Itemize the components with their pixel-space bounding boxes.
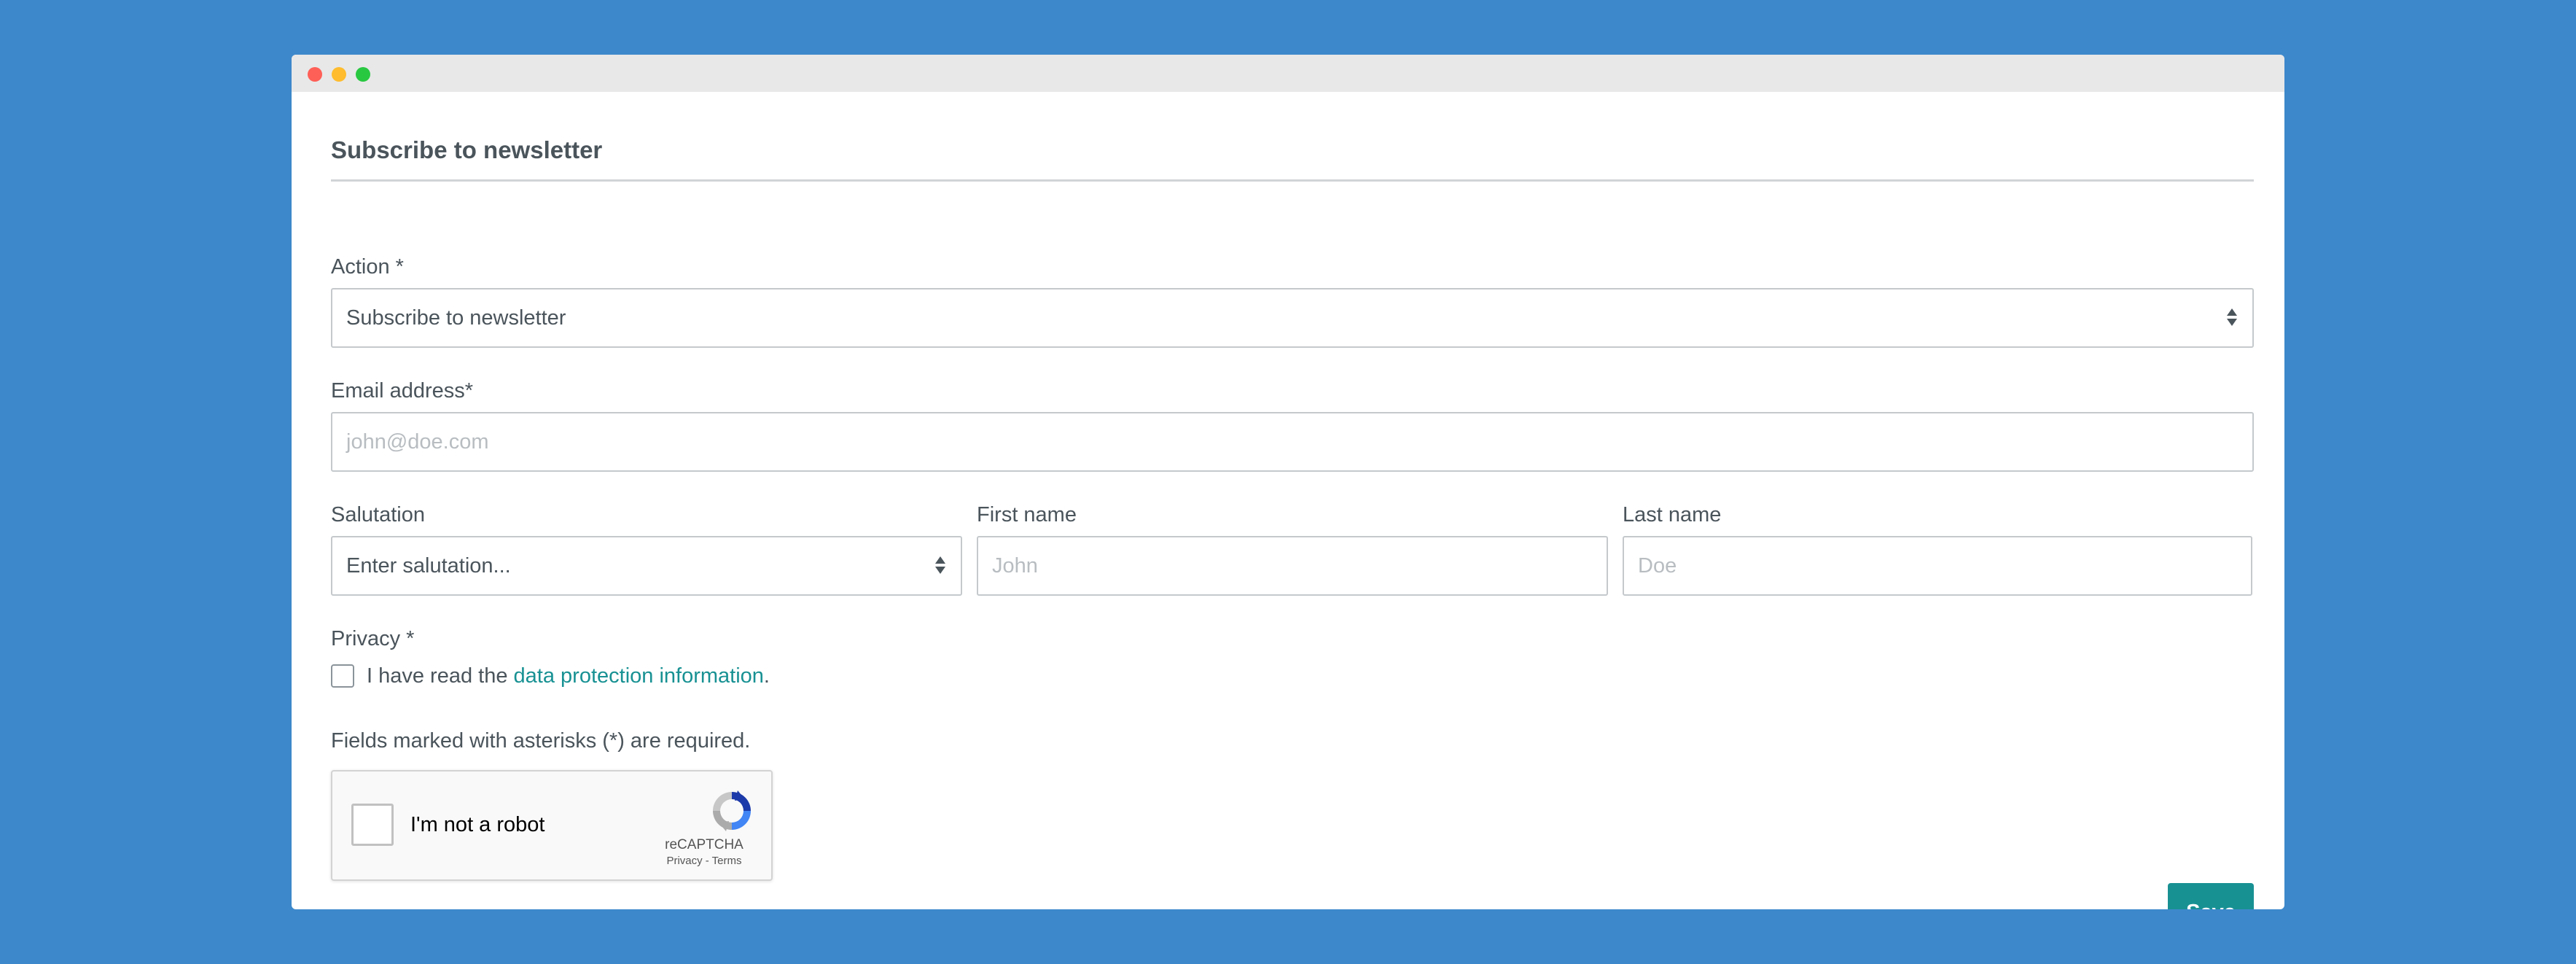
data-protection-link[interactable]: data protection information — [514, 664, 764, 688]
save-button[interactable]: Save — [2168, 883, 2254, 909]
first-name-input[interactable]: John — [977, 536, 1608, 596]
maximize-window-button[interactable] — [356, 67, 370, 82]
email-input[interactable]: john@doe.com — [331, 412, 2254, 472]
recaptcha-logo-icon — [713, 790, 751, 831]
privacy-statement: I have read the data protection informat… — [367, 663, 770, 689]
last-name-placeholder: Doe — [1638, 554, 1677, 578]
email-label: Email address* — [331, 379, 474, 403]
recaptcha-brand: reCAPTCHA — [665, 837, 743, 852]
recaptcha-widget: I'm not a robot reCAPTCHA Privacy - Term… — [331, 770, 773, 881]
salutation-label: Salutation — [331, 503, 425, 526]
recaptcha-privacy-terms-link[interactable]: Privacy - Terms — [653, 855, 755, 868]
recaptcha-checkbox[interactable] — [351, 804, 394, 846]
last-name-input[interactable]: Doe — [1623, 536, 2252, 596]
privacy-checkbox[interactable] — [331, 664, 354, 688]
salutation-select[interactable]: Enter salutation... — [331, 536, 962, 596]
privacy-text-before: I have read the — [367, 664, 514, 688]
salutation-select-value: Enter salutation... — [346, 554, 511, 578]
privacy-label: Privacy * — [331, 627, 415, 650]
privacy-text-after: . — [763, 664, 770, 688]
minimize-window-button[interactable] — [332, 67, 346, 82]
first-name-label: First name — [977, 503, 1077, 526]
browser-window: Subscribe to newsletter Action * Subscri… — [292, 55, 2284, 909]
action-label: Action * — [331, 255, 404, 279]
action-select-value: Subscribe to newsletter — [346, 306, 566, 330]
close-window-button[interactable] — [308, 67, 322, 82]
required-fields-note: Fields marked with asterisks (*) are req… — [331, 729, 751, 753]
form-heading: Subscribe to newsletter — [331, 136, 603, 163]
recaptcha-label: I'm not a robot — [410, 813, 545, 836]
last-name-label: Last name — [1623, 503, 1722, 526]
window-titlebar — [292, 55, 2284, 92]
email-placeholder: john@doe.com — [346, 430, 489, 454]
heading-divider — [331, 179, 2254, 182]
select-arrows-icon — [2226, 308, 2238, 327]
action-select[interactable]: Subscribe to newsletter — [331, 288, 2254, 348]
select-arrows-icon — [934, 556, 946, 575]
first-name-placeholder: John — [992, 554, 1038, 578]
